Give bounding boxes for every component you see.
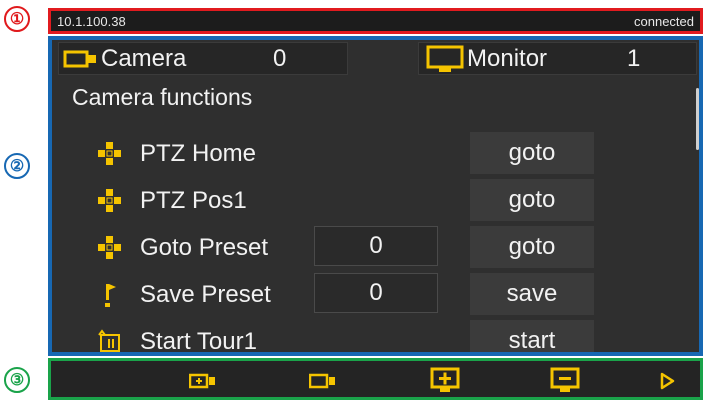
preset-number-field[interactable]: 0 [314, 273, 438, 313]
row-label: PTZ Pos1 [140, 187, 247, 214]
callout-2: ② [4, 153, 30, 179]
monitor-minus-icon [550, 367, 580, 392]
monitor-prev-button[interactable] [541, 367, 589, 395]
monitor-selector[interactable]: Monitor 1 [418, 42, 697, 75]
ptz-home-icon [98, 142, 121, 165]
camera-value: 0 [273, 44, 287, 72]
camera-icon [63, 50, 96, 67]
connection-status: connected [634, 13, 694, 29]
monitor-plus-icon [430, 367, 460, 392]
row-save-preset: Save Preset 0 save [52, 273, 692, 317]
camera-selector[interactable]: Camera 0 [58, 42, 348, 75]
row-ptz-home: PTZ Home goto [52, 132, 692, 176]
monitor-next-button[interactable] [421, 367, 469, 395]
status-bar: 10.1.100.38 connected [48, 8, 703, 34]
camera-next-button[interactable] [179, 367, 227, 395]
play-icon [660, 372, 675, 390]
row-label: Save Preset [140, 281, 271, 308]
goto-button[interactable]: goto [470, 132, 594, 174]
header-row: Camera 0 Monitor 1 [58, 42, 697, 76]
tour-icon [98, 329, 120, 352]
preset-number-field[interactable]: 0 [314, 226, 438, 266]
scrollbar[interactable] [696, 88, 699, 150]
goto-button[interactable]: goto [470, 226, 594, 268]
ptz-preset-icon [98, 236, 121, 259]
camera-plus-icon [189, 373, 215, 389]
camera-label: Camera [101, 44, 187, 72]
callout-3: ③ [4, 367, 30, 393]
row-label: Goto Preset [140, 234, 269, 261]
monitor-label: Monitor [467, 44, 548, 72]
row-goto-preset: Goto Preset 0 goto [52, 226, 692, 270]
flag-icon [105, 284, 116, 307]
main-panel: Camera 0 Monitor 1 Camera functions PTZ … [48, 36, 703, 356]
monitor-value: 1 [627, 44, 641, 72]
next-page-button[interactable] [647, 367, 687, 395]
row-label: PTZ Home [140, 140, 257, 167]
row-label: Start Tour1 [140, 328, 257, 355]
section-title: Camera functions [72, 84, 253, 110]
row-ptz-pos1: PTZ Pos1 goto [52, 179, 692, 223]
start-button[interactable]: start [470, 320, 594, 352]
monitor-icon [426, 45, 464, 72]
callout-1: ① [4, 6, 30, 32]
bottom-toolbar [48, 358, 703, 400]
save-button[interactable]: save [470, 273, 594, 315]
row-start-tour: Start Tour1 start [52, 320, 692, 355]
camera-icon [309, 373, 335, 389]
ip-address: 10.1.100.38 [57, 13, 126, 29]
ptz-pos1-icon [98, 189, 121, 212]
camera-button[interactable] [299, 367, 347, 395]
goto-button[interactable]: goto [470, 179, 594, 221]
